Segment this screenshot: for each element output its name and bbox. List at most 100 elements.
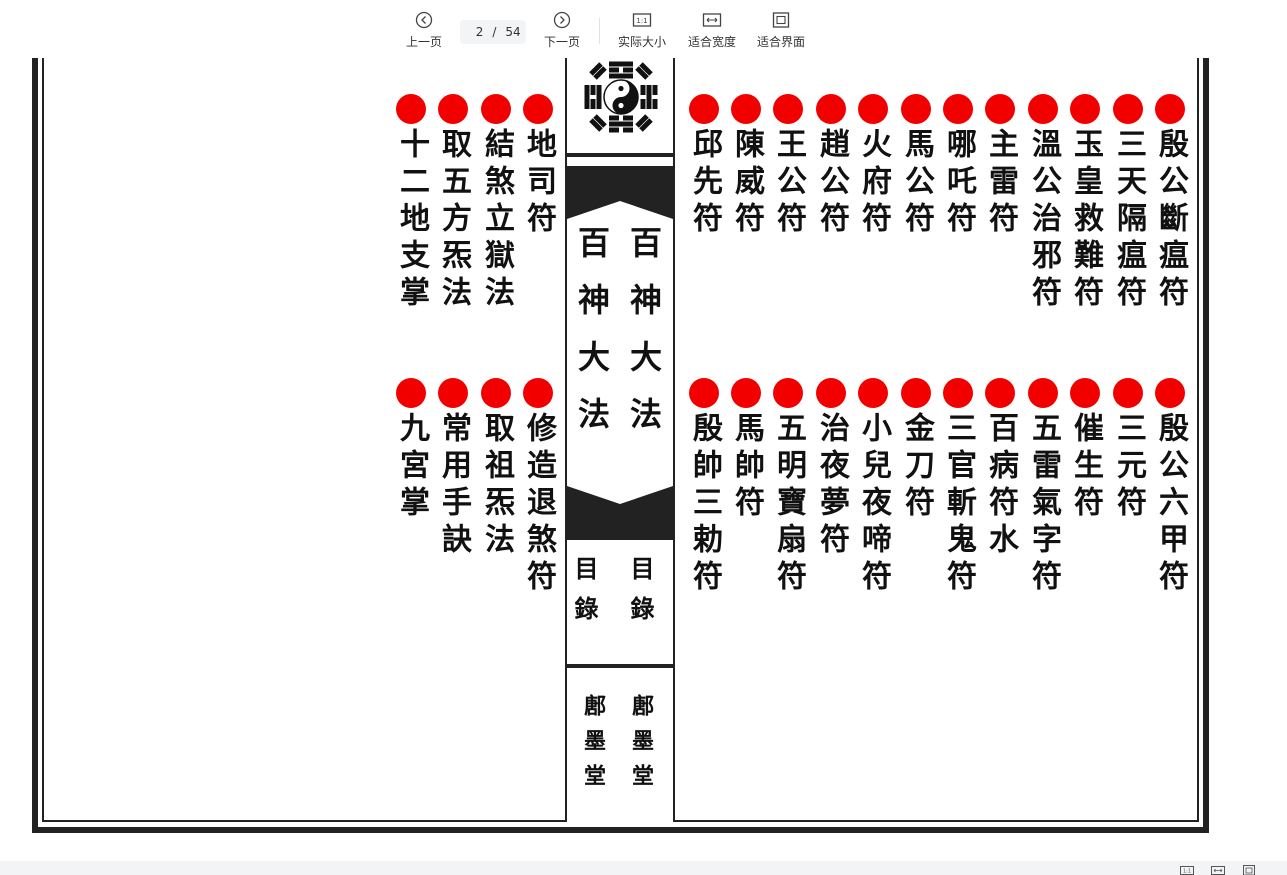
bullet-dot (943, 378, 973, 408)
page-indicator: / 54 (460, 20, 526, 44)
entry-title: 三天隔瘟符 (1111, 128, 1146, 313)
list-item: 取五方炁法 (435, 94, 471, 313)
list-item: 常用手訣 (435, 378, 471, 560)
fit-page-label: 适合界面 (757, 35, 806, 49)
entry-title: 三官斬鬼符 (941, 412, 976, 597)
spine-publisher-left: 鄌墨堂 (580, 694, 606, 799)
fit-width-label: 适合宽度 (688, 35, 737, 49)
spine-section-right: 目錄 (626, 556, 655, 636)
entry-title: 百病符水 (983, 412, 1018, 560)
entry-title: 殷帥三勅符 (687, 412, 722, 597)
entry-title: 修造退煞符 (521, 412, 556, 597)
spine-title-right: 百神大法 (625, 226, 663, 454)
list-item: 哪吒符 (940, 94, 976, 239)
list-item: 地司符 (520, 94, 556, 239)
bullet-dot (731, 94, 761, 124)
list-item: 馬公符 (898, 94, 934, 239)
entry-title: 九宮掌 (394, 412, 429, 523)
list-item: 小兒夜啼符 (855, 378, 891, 597)
actual-size-icon[interactable]: 1:1 (1180, 864, 1194, 875)
book-spine: 百神大法 百神大法 目錄 目錄 鄌墨堂 鄌墨堂 (565, 58, 675, 822)
list-item: 百病符水 (982, 378, 1018, 560)
next-page-label: 下一页 (544, 35, 581, 49)
bullet-dot (901, 94, 931, 124)
spine-rule-lower (567, 664, 673, 668)
list-item: 十二地支掌 (393, 94, 429, 313)
fit-width-icon[interactable] (1211, 864, 1225, 875)
prev-page-button[interactable]: 上一页 (406, 10, 442, 50)
list-item: 五雷氣字符 (1025, 378, 1061, 597)
bullet-dot (1070, 94, 1100, 124)
entry-title: 小兒夜啼符 (856, 412, 891, 597)
spine-rule (567, 153, 673, 157)
entry-title: 馬公符 (899, 128, 934, 239)
entry-title: 常用手訣 (436, 412, 471, 560)
entry-title: 五雷氣字符 (1026, 412, 1061, 597)
bullet-dot (773, 94, 803, 124)
list-item: 趙公符 (813, 94, 849, 239)
list-item: 五明寶扇符 (770, 378, 806, 597)
list-item: 三元符 (1110, 378, 1146, 523)
bullet-dot (396, 378, 426, 408)
spine-band-bottom (567, 486, 673, 540)
list-item: 馬帥符 (728, 378, 764, 523)
fit-page-button[interactable]: 适合界面 (757, 10, 805, 50)
list-item: 催生符 (1067, 378, 1103, 523)
list-item: 殷公斷瘟符 (1152, 94, 1188, 313)
bullet-dot (689, 378, 719, 408)
svg-text:1:1: 1:1 (1183, 869, 1191, 875)
list-item: 殷帥三勅符 (686, 378, 722, 597)
spine-title-left: 百神大法 (573, 226, 611, 454)
entry-title: 陳威符 (729, 128, 764, 239)
entry-title: 邱先符 (687, 128, 722, 239)
entry-title: 三元符 (1111, 412, 1146, 523)
list-item: 治夜夢符 (813, 378, 849, 560)
list-item: 火府符 (855, 94, 891, 239)
list-item: 邱先符 (686, 94, 722, 239)
fit-width-button[interactable]: 适合宽度 (688, 10, 736, 50)
list-item: 取祖炁法 (478, 378, 514, 560)
entry-title: 結煞立獄法 (479, 128, 514, 313)
list-item: 殷公六甲符 (1152, 378, 1188, 597)
entry-title: 溫公治邪符 (1026, 128, 1061, 313)
entry-title: 催生符 (1068, 412, 1103, 523)
list-item: 玉皇救難符 (1067, 94, 1103, 313)
next-page-button[interactable]: 下一页 (544, 10, 580, 50)
entry-title: 取五方炁法 (436, 128, 471, 313)
bullet-dot (1070, 378, 1100, 408)
bullet-dot (1155, 94, 1185, 124)
bullet-dot (985, 94, 1015, 124)
bagua-yin-yang-icon (584, 61, 658, 133)
actual-size-label: 实际大小 (618, 35, 667, 49)
bullet-dot (1113, 378, 1143, 408)
spine-publisher-right: 鄌墨堂 (628, 694, 654, 799)
bullet-dot (523, 378, 553, 408)
chevron-right-icon (553, 11, 571, 29)
list-item: 三天隔瘟符 (1110, 94, 1146, 313)
list-item: 結煞立獄法 (478, 94, 514, 313)
list-item: 三官斬鬼符 (940, 378, 976, 597)
bullet-dot (985, 378, 1015, 408)
entry-title: 王公符 (771, 128, 806, 239)
entry-title: 十二地支掌 (394, 128, 429, 313)
document-page: 百神大法 百神大法 目錄 目錄 鄌墨堂 鄌墨堂 殷公斷瘟符 三天隔瘟符 玉皇救難… (32, 58, 1209, 833)
entry-title: 金刀符 (899, 412, 934, 523)
spine-section-left: 目錄 (570, 556, 599, 636)
actual-size-button[interactable]: 1:1 实际大小 (618, 10, 666, 50)
bullet-dot (731, 378, 761, 408)
bullet-dot (1113, 94, 1143, 124)
actual-size-icon: 1:1 (632, 13, 652, 27)
list-item: 修造退煞符 (520, 378, 556, 597)
bullet-dot (858, 378, 888, 408)
bullet-dot (481, 94, 511, 124)
fit-page-icon[interactable] (1242, 864, 1256, 875)
page-number-input[interactable] (465, 25, 484, 39)
entry-title: 治夜夢符 (814, 412, 849, 560)
entry-title: 馬帥符 (729, 412, 764, 523)
list-item: 溫公治邪符 (1025, 94, 1061, 313)
document-viewer[interactable]: 百神大法 百神大法 目錄 目錄 鄌墨堂 鄌墨堂 殷公斷瘟符 三天隔瘟符 玉皇救難… (0, 58, 1287, 861)
svg-text:1:1: 1:1 (636, 17, 647, 25)
bullet-dot (689, 94, 719, 124)
prev-page-label: 上一页 (406, 35, 443, 49)
bullet-dot (438, 378, 468, 408)
